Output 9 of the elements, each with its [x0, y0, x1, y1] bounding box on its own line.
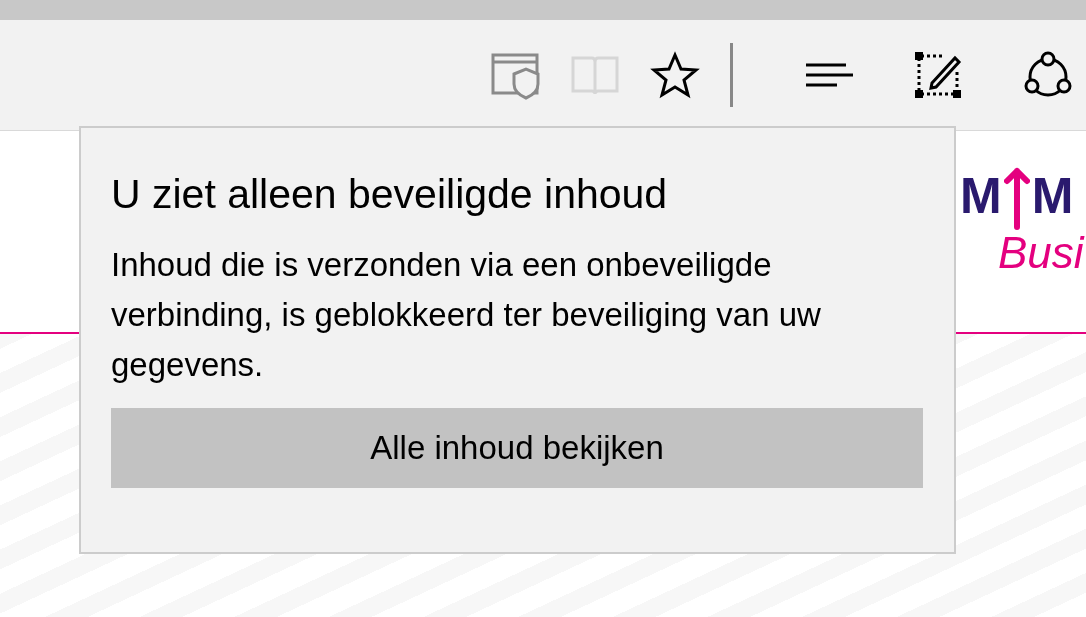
logo-letter: M — [1031, 171, 1074, 221]
note-pen-icon[interactable] — [913, 50, 963, 100]
view-all-content-button[interactable]: Alle inhoud bekijken — [111, 408, 923, 488]
popup-title: U ziet alleen beveiligde inhoud — [111, 170, 669, 219]
star-icon[interactable] — [650, 50, 700, 100]
arrow-icon — [1003, 167, 1030, 231]
logo-letter: M — [960, 171, 1002, 221]
logo-subtext: Busi — [998, 231, 1084, 275]
popup-message: Inhoud die is verzonden via een onbeveiligde verbinding, is geblokkeerd ter beveiliging van uw gegevens. — [111, 245, 822, 385]
